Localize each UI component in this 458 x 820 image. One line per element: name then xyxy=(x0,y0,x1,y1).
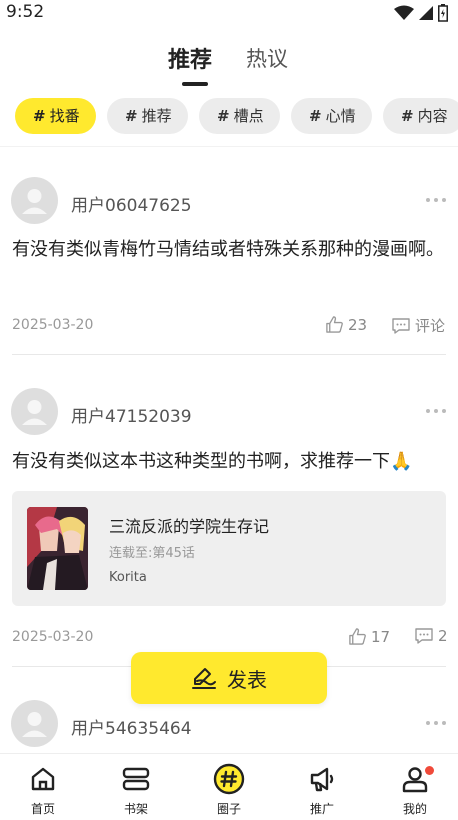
nav-label: 圈子 xyxy=(216,802,241,816)
post-divider xyxy=(12,354,446,355)
nav-label: 推广 xyxy=(309,802,334,816)
book-cover-art xyxy=(27,507,88,590)
notification-badge xyxy=(425,766,434,775)
book-title[interactable]: 三流反派的学院生存记 xyxy=(109,513,269,537)
hash-icon: # xyxy=(125,107,138,125)
avatar[interactable] xyxy=(11,388,58,435)
chip-find-anime[interactable]: # 找番 xyxy=(15,98,96,134)
chip-label: 内容 xyxy=(417,107,448,125)
status-icons xyxy=(394,4,448,22)
header-divider xyxy=(0,146,458,147)
like-count: 23 xyxy=(348,315,368,334)
chip-recommend[interactable]: # 推荐 xyxy=(107,98,188,134)
chip-label: 找番 xyxy=(49,107,80,125)
chip-label: 槽点 xyxy=(233,107,264,125)
default-avatar-icon xyxy=(22,400,47,425)
bottom-navigation: 首页 书架 圈子 推广 我的 xyxy=(0,753,458,820)
post-date: 2025-03-20 xyxy=(12,317,94,333)
battery-icon xyxy=(438,4,448,22)
chip-label: 推荐 xyxy=(141,107,172,125)
default-avatar-icon xyxy=(22,712,47,737)
book-cover[interactable] xyxy=(27,507,88,590)
chip-content[interactable]: # 内容 xyxy=(383,98,458,134)
comment-button[interactable]: 评论 xyxy=(391,315,445,336)
username[interactable]: 用户06047625 xyxy=(71,191,192,216)
thumbs-up-icon xyxy=(326,316,343,333)
avatar[interactable] xyxy=(11,177,58,224)
megaphone-icon xyxy=(310,767,334,792)
username[interactable]: 用户54635464 xyxy=(71,714,192,739)
publish-button[interactable]: 发表 xyxy=(131,652,327,704)
nav-profile[interactable]: 我的 xyxy=(385,762,445,817)
bookshelf-icon xyxy=(122,767,150,791)
signal-icon xyxy=(419,6,433,20)
like-button[interactable]: 23 xyxy=(325,315,367,334)
circle-hash-icon xyxy=(213,763,245,795)
topic-chips: # 找番 # 推荐 # 槽点 # 心情 # 内容 xyxy=(15,98,458,136)
hash-icon: # xyxy=(401,107,414,125)
hash-icon: # xyxy=(33,107,46,125)
nav-label: 书架 xyxy=(123,802,148,816)
active-tab-indicator xyxy=(182,82,208,86)
nav-promote[interactable]: 推广 xyxy=(292,762,352,817)
tab-recommend[interactable]: 推荐 xyxy=(168,42,212,74)
chip-mood[interactable]: # 心情 xyxy=(291,98,372,134)
top-tabs: 推荐 热议 xyxy=(0,38,458,88)
more-options-icon[interactable] xyxy=(426,721,446,725)
post-date: 2025-03-20 xyxy=(12,629,94,645)
tab-hot[interactable]: 热议 xyxy=(246,43,288,73)
post-content[interactable]: 有没有类似青梅竹马情结或者特殊关系那种的漫画啊。 xyxy=(12,235,444,265)
comment-label: 评论 xyxy=(415,317,446,335)
comment-button[interactable]: 2 xyxy=(414,627,448,645)
nav-label: 我的 xyxy=(402,802,427,816)
like-count: 17 xyxy=(371,627,391,646)
hash-icon: # xyxy=(309,107,322,125)
status-bar: 9:52 xyxy=(0,0,458,26)
username[interactable]: 用户47152039 xyxy=(71,402,192,427)
avatar[interactable] xyxy=(11,700,58,747)
home-icon xyxy=(31,767,55,791)
nav-bookshelf[interactable]: 书架 xyxy=(106,762,166,817)
chip-complaints[interactable]: # 槽点 xyxy=(199,98,280,134)
post-content[interactable]: 有没有类似这本书这种类型的书啊，求推荐一下🙏 xyxy=(12,447,444,477)
wifi-icon xyxy=(394,5,414,20)
nav-label: 首页 xyxy=(30,802,55,816)
book-author: Korita xyxy=(109,570,147,585)
more-options-icon[interactable] xyxy=(426,198,446,202)
more-options-icon[interactable] xyxy=(426,409,446,413)
thumbs-up-icon xyxy=(349,628,366,645)
default-avatar-icon xyxy=(22,189,47,214)
chip-label: 心情 xyxy=(325,107,356,125)
comment-icon xyxy=(415,628,433,644)
book-progress: 连载至:第45话 xyxy=(109,546,195,561)
comment-count: 2 xyxy=(438,627,448,645)
like-button[interactable]: 17 xyxy=(348,627,390,646)
nav-circle[interactable]: 圈子 xyxy=(199,762,259,817)
hash-icon: # xyxy=(217,107,230,125)
nav-home[interactable]: 首页 xyxy=(13,762,73,817)
status-time: 9:52 xyxy=(6,2,45,22)
linked-book-card[interactable]: 三流反派的学院生存记 连载至:第45话 Korita xyxy=(12,491,446,606)
comment-icon xyxy=(392,317,410,334)
publish-label: 发表 xyxy=(227,667,267,692)
pen-icon xyxy=(192,668,216,689)
